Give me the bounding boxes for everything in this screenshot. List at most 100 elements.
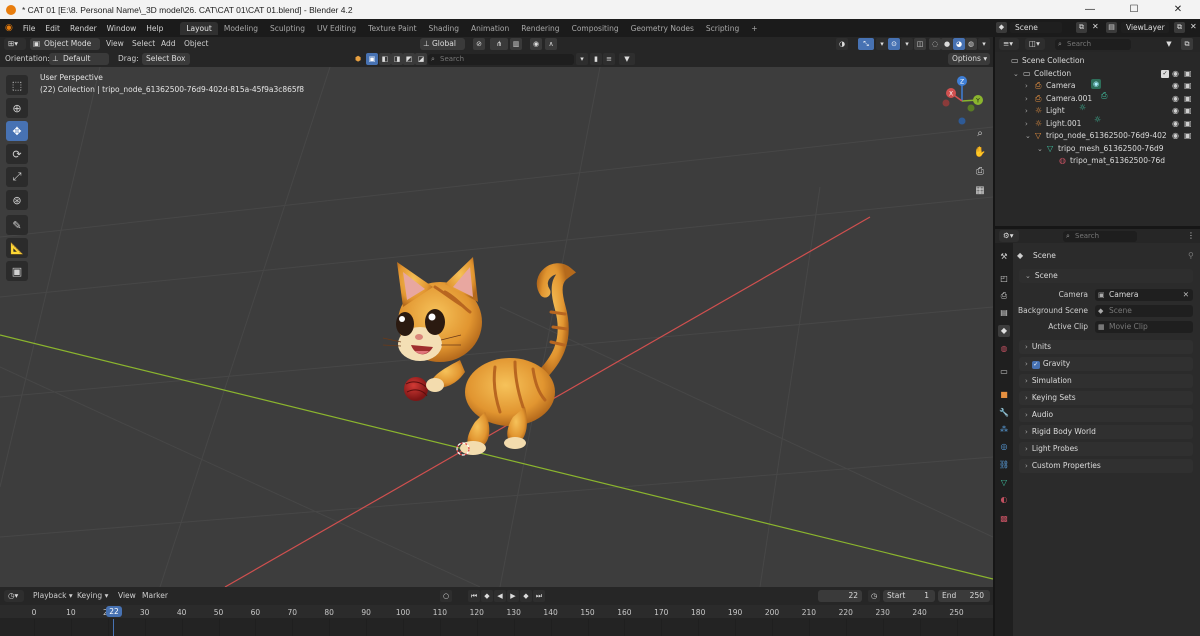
workspace-tab-animation[interactable]: Animation bbox=[465, 22, 515, 35]
overlays-dropdown-icon[interactable]: ▾ bbox=[901, 38, 913, 50]
viewport-menu-view[interactable]: View bbox=[106, 38, 124, 50]
outliner-editor-type-icon[interactable]: ≡▾ bbox=[999, 38, 1019, 50]
maximize-button[interactable]: ☐ bbox=[1112, 0, 1156, 19]
shading-material-icon[interactable]: ◕ bbox=[953, 38, 965, 50]
new-collection-icon[interactable]: ⧉ bbox=[1181, 38, 1193, 50]
new-view-layer-icon[interactable]: ⧉ bbox=[1174, 22, 1185, 33]
visibility-eye-icon[interactable]: ◉ bbox=[1172, 93, 1179, 105]
properties-search-field[interactable]: ⌕ Search bbox=[1063, 231, 1137, 242]
select-mode-new-icon[interactable]: ▣ bbox=[366, 53, 378, 65]
gizmo-dropdown-icon[interactable]: ▾ bbox=[876, 38, 888, 50]
shading-rendered-icon[interactable]: ◍ bbox=[965, 38, 977, 50]
view-layer-icon[interactable]: ▤ bbox=[1106, 22, 1117, 33]
shading-wireframe-icon[interactable]: ◌ bbox=[929, 38, 941, 50]
proportional-editing-icon[interactable]: ◉ bbox=[530, 38, 542, 50]
outliner-filter-icon[interactable]: ▼ bbox=[1163, 38, 1175, 50]
transform-tool[interactable]: ⊛ bbox=[6, 190, 28, 210]
world-tab-icon[interactable]: ◍ bbox=[998, 343, 1010, 355]
outliner-row[interactable]: ⌄ ▽ tripo_mesh_61362500-76d9 bbox=[995, 143, 1200, 155]
rigid-body-world-panel-header[interactable]: › Rigid Body World bbox=[1019, 425, 1193, 439]
outliner-row[interactable]: ▭ Scene Collection bbox=[995, 55, 1200, 67]
filter-icon[interactable]: ▼ bbox=[619, 53, 635, 65]
annotate-tool[interactable]: ✎ bbox=[6, 215, 28, 235]
orientation-dropdown[interactable]: ⊥ Default bbox=[49, 53, 109, 65]
current-frame-field[interactable]: 22 bbox=[818, 590, 862, 602]
render-camera-icon[interactable]: ▣ bbox=[1184, 130, 1192, 142]
add-cube-tool[interactable]: ▣ bbox=[6, 261, 28, 281]
camera001-data-icon[interactable]: ⎙ bbox=[1101, 91, 1107, 101]
collection-tab-icon[interactable]: ▭ bbox=[998, 366, 1010, 378]
snap-target-icon[interactable]: ▥ bbox=[510, 38, 522, 50]
gravity-panel-header[interactable]: › ✓ Gravity bbox=[1019, 357, 1193, 371]
workspace-tab-modeling[interactable]: Modeling bbox=[218, 22, 264, 35]
display-mode-icon[interactable]: ◫▾ bbox=[1025, 38, 1045, 50]
prev-keyframe-icon[interactable]: ◆ bbox=[481, 590, 493, 602]
custom-properties-panel-header[interactable]: › Custom Properties bbox=[1019, 459, 1193, 473]
menu-file[interactable]: File bbox=[18, 24, 41, 33]
remove-view-layer-icon[interactable]: ✕ bbox=[1190, 22, 1197, 31]
expand-chevron-icon[interactable]: › bbox=[1025, 80, 1028, 92]
scene-panel-header[interactable]: ⌄ Scene bbox=[1019, 269, 1193, 283]
play-icon[interactable]: ▶ bbox=[507, 590, 519, 602]
visibility-eye-icon[interactable]: ◉ bbox=[1172, 105, 1179, 117]
view-layer-tab-icon[interactable]: ▤ bbox=[998, 307, 1010, 319]
camera-field[interactable]: ▣ Camera ✕ bbox=[1095, 289, 1193, 301]
editor-type-icon[interactable]: ⊞▾ bbox=[4, 38, 26, 50]
particles-tab-icon[interactable]: ⁂ bbox=[998, 424, 1010, 436]
timeline-track-area[interactable] bbox=[0, 618, 993, 636]
outliner-search-field[interactable]: ⌕ Search bbox=[1055, 39, 1131, 50]
next-keyframe-icon[interactable]: ◆ bbox=[520, 590, 532, 602]
workspace-tab-compositing[interactable]: Compositing bbox=[566, 22, 625, 35]
menu-window[interactable]: Window bbox=[102, 24, 142, 33]
close-button[interactable]: ✕ bbox=[1156, 0, 1200, 19]
scale-tool[interactable]: ⤢ bbox=[6, 167, 28, 187]
preview-range-icon[interactable]: ◷ bbox=[868, 590, 880, 602]
scene-selector-icon[interactable]: ◆ bbox=[996, 22, 1007, 33]
gravity-checkbox[interactable]: ✓ bbox=[1031, 361, 1040, 369]
navigation-gizmo[interactable]: X Y Z bbox=[938, 73, 988, 129]
render-camera-icon[interactable]: ▣ bbox=[1184, 118, 1192, 130]
viewport-menu-add[interactable]: Add bbox=[161, 38, 176, 50]
workspace-tab-scripting[interactable]: Scripting bbox=[700, 22, 745, 35]
object-mode-dropdown[interactable]: ▣ Object Mode bbox=[30, 38, 100, 50]
viewport-menu-object[interactable]: Object bbox=[184, 38, 208, 50]
light-probes-panel-header[interactable]: › Light Probes bbox=[1019, 442, 1193, 456]
select-mode-subtract-icon[interactable]: ◨ bbox=[391, 53, 403, 65]
object-visibility-icon[interactable]: ◑ bbox=[836, 38, 848, 50]
expand-chevron-icon[interactable]: ⌄ bbox=[1013, 68, 1019, 80]
render-camera-icon[interactable]: ▣ bbox=[1184, 68, 1192, 80]
data-tab-icon[interactable]: ▽ bbox=[998, 477, 1010, 489]
outliner-row[interactable]: ⌄ ▭ Collection ✓ ◉ ▣ bbox=[995, 68, 1200, 80]
jump-start-icon[interactable]: ⏮ bbox=[468, 590, 480, 602]
new-scene-icon[interactable]: ⧉ bbox=[1076, 22, 1087, 33]
camera-view-icon[interactable]: ⎙ bbox=[972, 164, 988, 180]
outliner-row[interactable]: ◍ tripo_mat_61362500-76d bbox=[995, 155, 1200, 167]
measure-tool[interactable]: 📐 bbox=[6, 238, 28, 258]
search-dropdown-icon[interactable]: ▾ bbox=[576, 53, 588, 65]
scene-name-field[interactable]: Scene bbox=[1010, 22, 1062, 33]
workspace-tab-uv-editing[interactable]: UV Editing bbox=[311, 22, 362, 35]
outliner-row[interactable]: ⌄ ▽ tripo_node_61362500-76d9-402 ◉ ▣ bbox=[995, 130, 1200, 142]
constraints-tab-icon[interactable]: ⛓ bbox=[998, 459, 1010, 471]
render-camera-icon[interactable]: ▣ bbox=[1184, 93, 1192, 105]
visibility-eye-icon[interactable]: ◉ bbox=[1172, 68, 1179, 80]
shading-dropdown-icon[interactable]: ▾ bbox=[978, 38, 990, 50]
expand-chevron-icon[interactable]: › bbox=[1025, 93, 1028, 105]
move-tool[interactable]: ✥ bbox=[6, 121, 28, 141]
drag-dropdown[interactable]: Select Box bbox=[142, 53, 190, 65]
start-frame-field[interactable]: Start 1 bbox=[883, 590, 935, 602]
keying-sets-panel-header[interactable]: › Keying Sets bbox=[1019, 391, 1193, 405]
transform-orientation-dropdown[interactable]: ⊥ Global bbox=[420, 38, 465, 50]
sort-icon[interactable]: ≡ bbox=[603, 53, 615, 65]
blender-menu-icon[interactable]: ◉ bbox=[0, 23, 18, 33]
units-panel-header[interactable]: › Units bbox=[1019, 340, 1193, 354]
timeline-ruler[interactable]: 0102030405060708090100110120130140150160… bbox=[0, 605, 993, 636]
background-scene-field[interactable]: ◆ Scene bbox=[1095, 305, 1193, 317]
3d-cursor-icon[interactable] bbox=[454, 440, 472, 458]
3d-viewport[interactable]: ⬚ ⊕ ✥ ⟳ ⤢ ⊛ ✎ 📐 ▣ User Perspective (22) … bbox=[0, 67, 993, 587]
add-workspace-button[interactable]: + bbox=[745, 22, 763, 35]
workspace-tab-shading[interactable]: Shading bbox=[423, 22, 465, 35]
select-mode-invert-icon[interactable]: ◩ bbox=[403, 53, 415, 65]
tool-tab-icon[interactable]: ⚒ bbox=[998, 251, 1010, 263]
outliner-row[interactable]: › ⎙ Camera.001 ◉ ▣ bbox=[995, 93, 1200, 105]
